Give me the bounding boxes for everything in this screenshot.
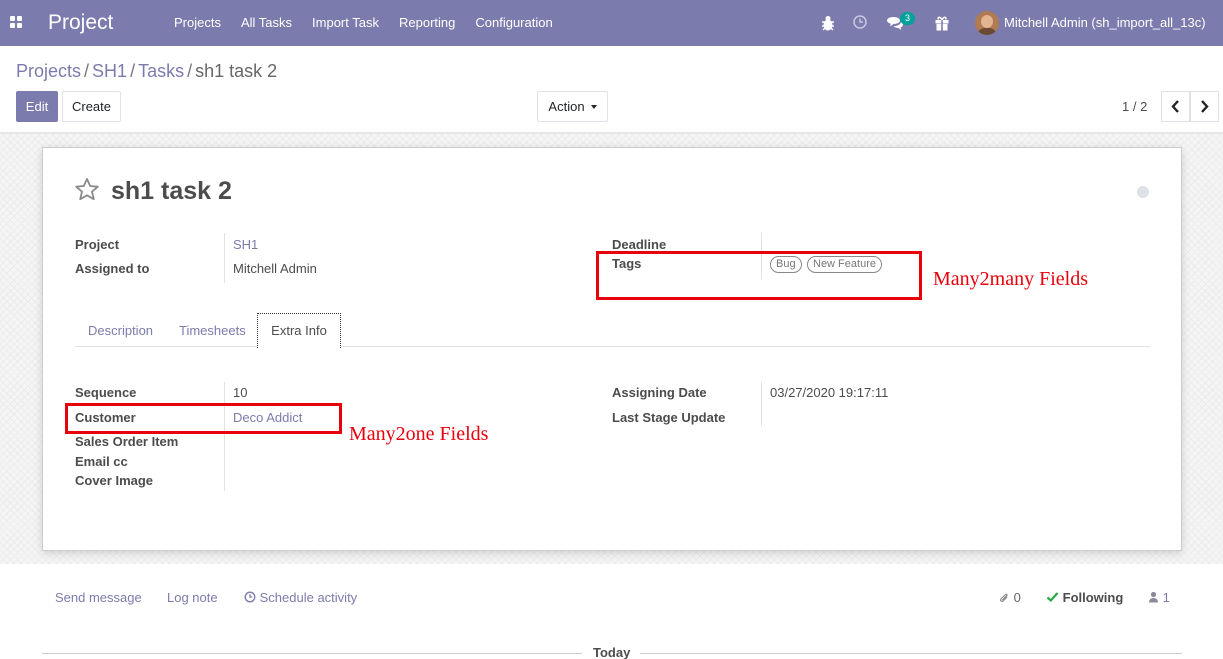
sequence-field[interactable]: 10 (233, 385, 247, 401)
followers-count: 1 (1162, 590, 1170, 605)
assigned-to-field[interactable]: Mitchell Admin (233, 261, 317, 277)
tab-extra-info[interactable]: Extra Info (257, 313, 341, 348)
user-menu[interactable]: Mitchell Admin (sh_import_all_13c) (1004, 15, 1206, 31)
project-label: Project (75, 237, 120, 252)
edit-button[interactable]: Edit (16, 91, 58, 122)
clock-icon[interactable] (852, 14, 868, 32)
menu-all-tasks[interactable]: All Tasks (231, 15, 302, 31)
pager-value[interactable]: 1 / 2 (1122, 99, 1147, 115)
main-menu: Projects All Tasks Import Task Reporting… (164, 15, 563, 31)
field-separator (761, 382, 762, 426)
caret-down-icon (590, 105, 597, 109)
user-icon (1149, 591, 1158, 603)
message-count-badge: 3 (900, 12, 915, 25)
pager-next-button[interactable] (1190, 91, 1219, 122)
followers-button[interactable]: 1 (1148, 590, 1170, 606)
date-divider-line (640, 653, 1182, 654)
create-button[interactable]: Create (62, 91, 121, 122)
breadcrumb-tasks[interactable]: Tasks (138, 61, 184, 81)
top-navbar: Project Projects All Tasks Import Task R… (0, 0, 1223, 46)
breadcrumb: Projects / SH1/Tasks / sh1 task 2 (16, 60, 277, 82)
log-note-button[interactable]: Log note (167, 590, 218, 606)
schedule-activity-label: Schedule activity (259, 590, 358, 605)
breadcrumb-projects[interactable]: Projects (16, 61, 81, 81)
gift-icon[interactable] (934, 14, 950, 32)
breadcrumb-separator: / (187, 61, 193, 81)
action-dropdown[interactable]: Action (537, 91, 608, 122)
breadcrumb-sh1[interactable]: SH1 (92, 61, 127, 81)
menu-projects[interactable]: Projects (164, 15, 231, 31)
pager-previous-button[interactable] (1161, 91, 1190, 122)
app-title: Project (48, 11, 114, 34)
many2one-annotation: Many2one Fields (349, 423, 489, 445)
sequence-label: Sequence (75, 385, 137, 400)
chevron-left-icon (1171, 100, 1179, 113)
attachments-count: 0 (1013, 590, 1021, 605)
attachments-button[interactable]: 0 (998, 590, 1021, 606)
breadcrumb-separator: / (84, 61, 90, 81)
assigning-date-label: Assigning Date (612, 385, 707, 400)
action-label: Action (548, 99, 585, 114)
chevron-right-icon (1201, 100, 1209, 113)
date-divider-line (42, 653, 582, 654)
menu-configuration[interactable]: Configuration (465, 15, 562, 31)
menu-reporting[interactable]: Reporting (389, 15, 465, 31)
clock-icon (244, 591, 256, 603)
many2many-highlight-box (596, 251, 922, 300)
send-message-button[interactable]: Send message (55, 590, 142, 606)
field-separator (224, 382, 225, 491)
last-stage-update-label: Last Stage Update (612, 410, 726, 425)
paperclip-icon (999, 593, 1008, 603)
task-title[interactable]: sh1 task 2 (111, 176, 232, 206)
form-sheet (42, 147, 1182, 551)
date-divider-today: Today (593, 645, 631, 659)
tab-timesheets[interactable]: Timesheets (179, 323, 246, 339)
breadcrumb-current: sh1 task 2 (195, 61, 278, 81)
field-separator (224, 233, 225, 283)
kanban-state-indicator[interactable] (1137, 186, 1149, 198)
sales-order-item-label: Sales Order Item (75, 434, 179, 449)
breadcrumb-separator: / (130, 61, 136, 81)
many2one-highlight-box (65, 403, 342, 434)
star-icon[interactable] (74, 177, 100, 203)
assigning-date-field[interactable]: 03/27/2020 19:17:11 (770, 385, 888, 401)
following-button[interactable]: Following (1046, 590, 1123, 606)
schedule-activity-button[interactable]: Schedule activity (244, 590, 357, 606)
email-cc-label: Email cc (75, 454, 128, 469)
tab-description[interactable]: Description (88, 323, 153, 339)
cover-image-label: Cover Image (75, 473, 154, 488)
project-field[interactable]: SH1 (233, 237, 258, 253)
apps-icon[interactable] (10, 16, 22, 28)
tabs-divider (75, 346, 1150, 347)
many2many-annotation: Many2many Fields (933, 268, 1088, 290)
menu-import-task[interactable]: Import Task (302, 15, 389, 31)
following-label: Following (1062, 590, 1124, 605)
assigned-to-label: Assigned to (75, 261, 150, 276)
user-avatar[interactable] (975, 11, 999, 35)
bug-icon[interactable] (820, 14, 836, 32)
check-icon (1046, 592, 1059, 603)
